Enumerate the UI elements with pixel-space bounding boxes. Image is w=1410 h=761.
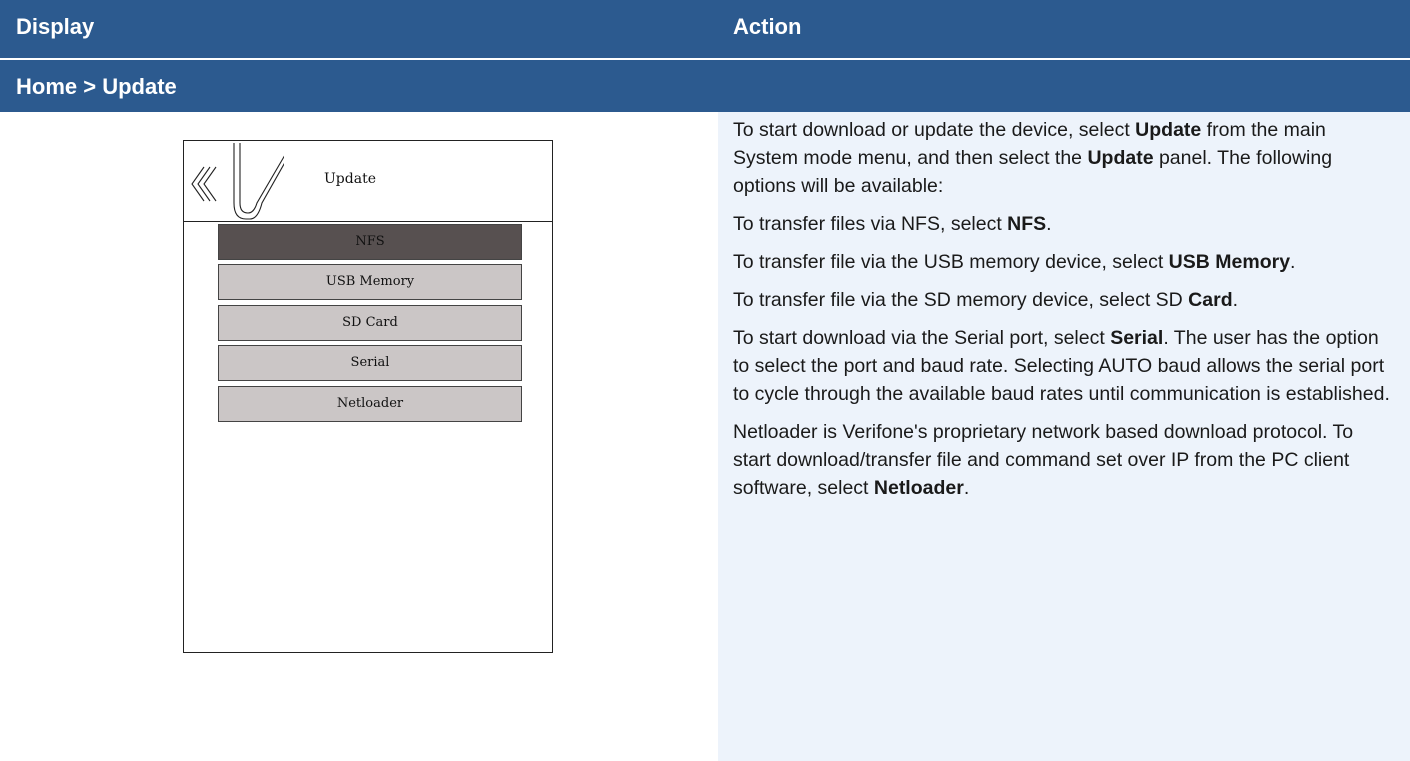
device-screen: Update NFS USB Memory SD Card Serial Net… [183,140,553,653]
table-header-row: Display Action [0,0,1410,59]
screen-title: Update [324,171,376,187]
verifone-back-logo-icon[interactable] [184,141,284,221]
paragraph-usb: To transfer file via the USB memory devi… [733,251,1296,273]
paragraph-nfs: To transfer files via NFS, select NFS. [733,213,1052,235]
paragraph-serial: To start download via the Serial port, s… [733,327,1390,405]
menu-item-nfs[interactable]: NFS [218,224,522,260]
breadcrumb: Home > Update [16,74,177,99]
display-column-header: Display [16,14,95,39]
menu-item-netloader[interactable]: Netloader [218,386,522,422]
paragraph-sd: To transfer file via the SD memory devic… [733,289,1239,311]
paragraph-netloader: Netloader is Verifone's proprietary netw… [733,421,1354,499]
menu-item-sd-card[interactable]: SD Card [218,305,522,341]
action-column-header: Action [733,14,802,39]
breadcrumb-row: Home > Update [0,60,1410,112]
action-description: To start download or update the device, … [733,116,1393,512]
paragraph-update: To start download or update the device, … [733,119,1333,197]
screen-header: Update [184,141,552,222]
menu-item-serial[interactable]: Serial [218,345,522,381]
menu-item-usb-memory[interactable]: USB Memory [218,264,522,300]
